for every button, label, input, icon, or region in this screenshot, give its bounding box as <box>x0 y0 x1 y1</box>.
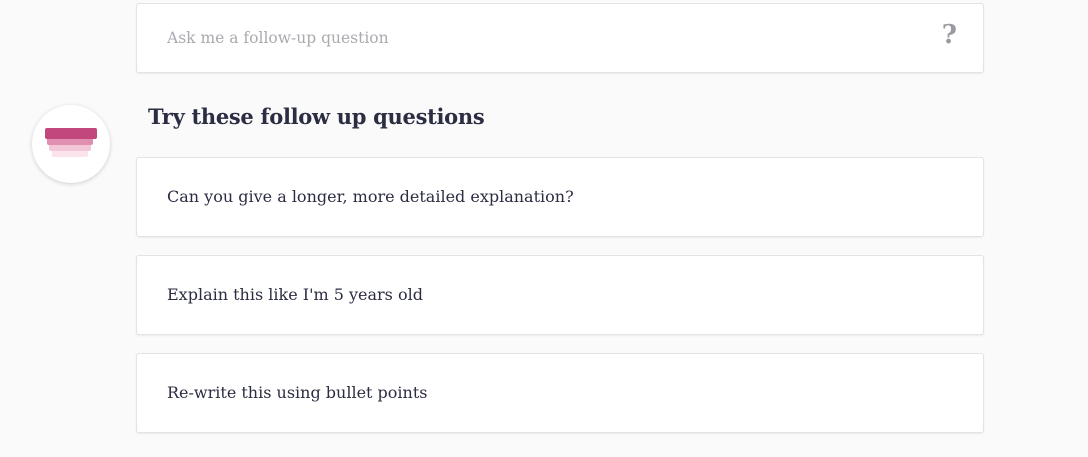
suggestion-card[interactable]: Can you give a longer, more detailed exp… <box>136 157 984 237</box>
suggestion-card[interactable]: Re-write this using bullet points <box>136 353 984 433</box>
suggestion-label: Re-write this using bullet points <box>167 383 428 402</box>
suggestion-label: Can you give a longer, more detailed exp… <box>167 187 574 206</box>
followup-panel: ? Try these follow up questions Can you … <box>0 0 1088 457</box>
suggestion-label: Explain this like I'm 5 years old <box>167 285 423 304</box>
assistant-avatar <box>32 105 110 183</box>
question-mark-icon[interactable]: ? <box>942 22 957 48</box>
followup-input[interactable] <box>167 24 907 52</box>
followup-input-box[interactable]: ? <box>136 3 984 73</box>
stacked-layers-icon <box>45 128 97 157</box>
suggestion-card[interactable]: Explain this like I'm 5 years old <box>136 255 984 335</box>
suggestions-heading: Try these follow up questions <box>148 104 485 129</box>
